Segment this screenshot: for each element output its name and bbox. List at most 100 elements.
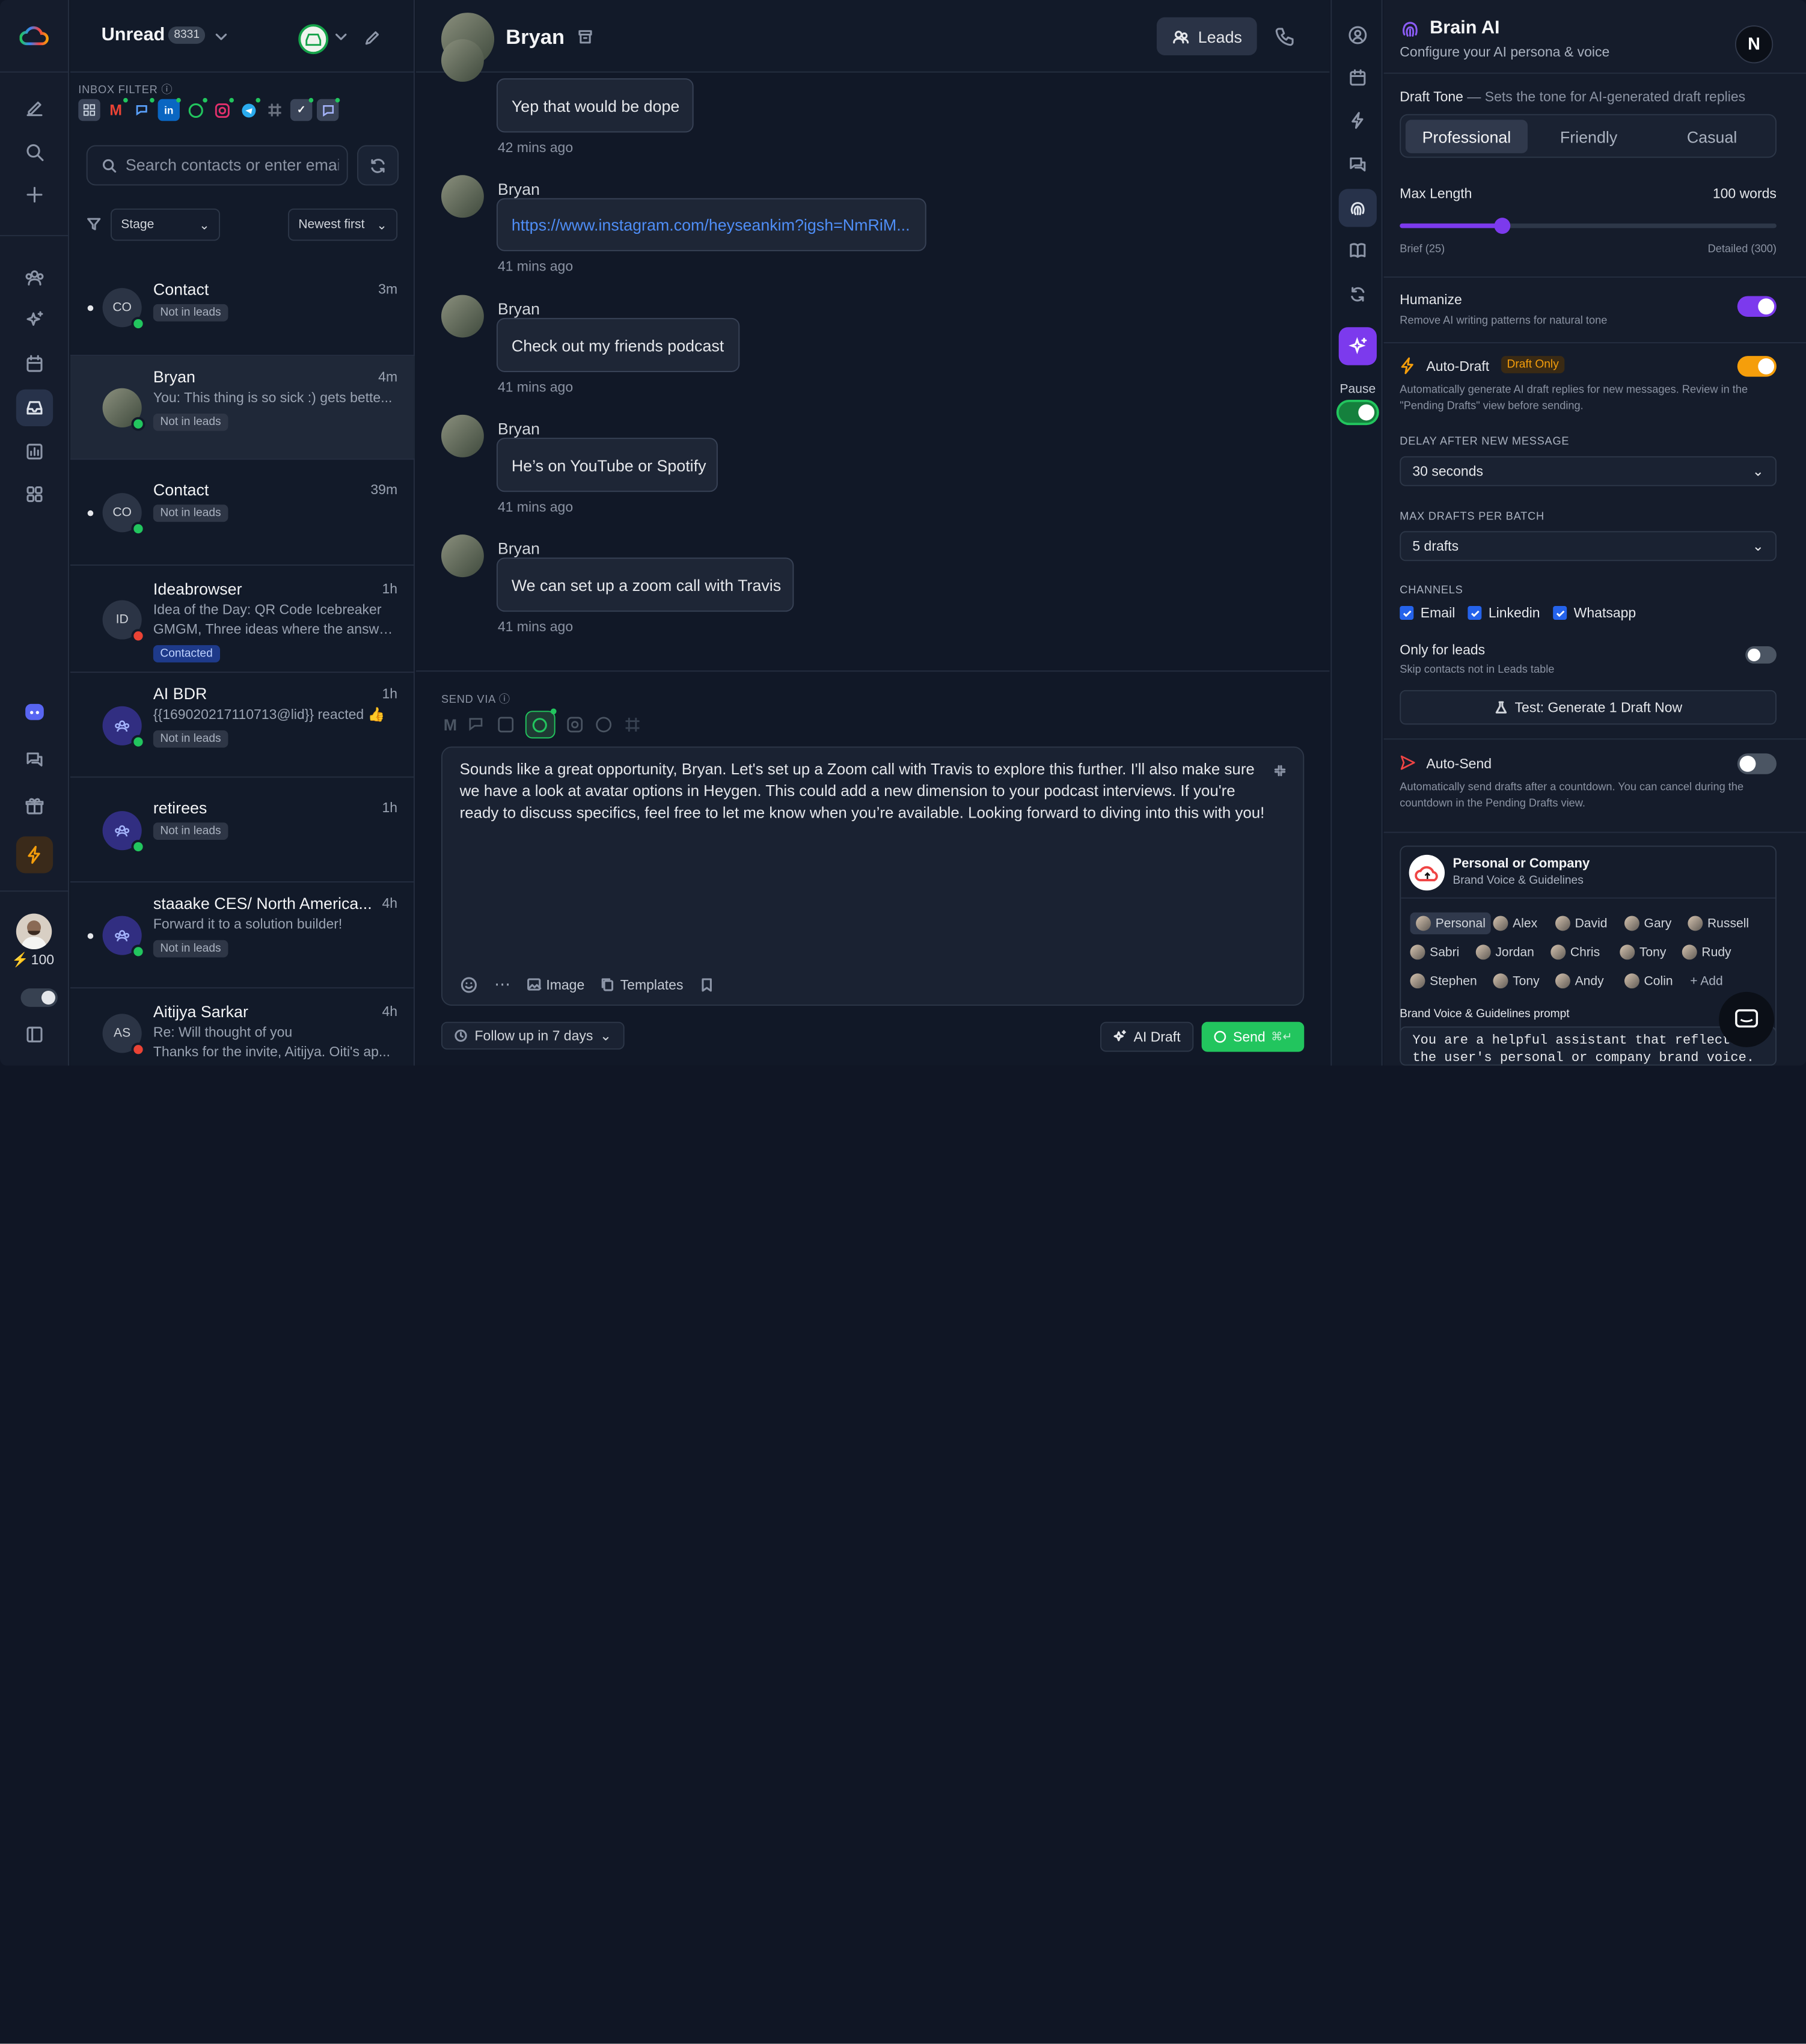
tone-option[interactable]: Casual bbox=[1651, 120, 1773, 153]
chat-channel-icon[interactable] bbox=[316, 97, 340, 121]
whatsapp-channel-selected[interactable] bbox=[525, 708, 556, 739]
persona-option[interactable]: Tony bbox=[1620, 941, 1666, 963]
bookmark-icon[interactable] bbox=[699, 977, 714, 992]
calendar-icon[interactable] bbox=[1339, 59, 1377, 97]
sort-select[interactable]: Newest first ⌄ bbox=[288, 208, 398, 241]
sync-icon[interactable] bbox=[1339, 275, 1377, 313]
support-chat-button[interactable] bbox=[1719, 991, 1775, 1047]
analytics-icon[interactable] bbox=[16, 433, 53, 470]
tone-option[interactable]: Professional bbox=[1405, 120, 1528, 153]
add-persona-button[interactable]: + Add bbox=[1690, 970, 1723, 992]
channel-email-checkbox[interactable]: Email bbox=[1400, 605, 1455, 621]
chevron-down-icon[interactable] bbox=[335, 32, 347, 41]
add-icon[interactable] bbox=[16, 176, 53, 213]
conversation-row[interactable]: AS Aitijya Sarkar 4h Re: Will thought of yo… bbox=[70, 988, 415, 1065]
discord-icon[interactable] bbox=[16, 694, 53, 730]
persona-option[interactable]: Tony bbox=[1493, 970, 1540, 992]
bolt-icon[interactable] bbox=[16, 836, 54, 874]
messenger-icon[interactable] bbox=[467, 715, 486, 734]
app-logo[interactable] bbox=[19, 23, 50, 48]
only-leads-toggle[interactable] bbox=[1745, 646, 1777, 664]
calendar-icon[interactable] bbox=[16, 346, 53, 382]
persona-option[interactable]: Jordan bbox=[1475, 941, 1534, 963]
channel-whatsapp-checkbox[interactable]: Whatsapp bbox=[1553, 605, 1636, 621]
phone-icon[interactable] bbox=[1274, 26, 1294, 47]
telegram-icon[interactable] bbox=[594, 715, 613, 734]
persona-option[interactable]: Personal bbox=[1410, 912, 1492, 935]
ai-sparkles-button[interactable] bbox=[1338, 327, 1377, 366]
draft-text[interactable]: Sounds like a great opportunity, Bryan. … bbox=[460, 758, 1266, 824]
stage-select[interactable]: Stage ⌄ bbox=[110, 208, 221, 241]
bolt-icon[interactable] bbox=[1339, 102, 1377, 139]
inbox-selector[interactable] bbox=[298, 24, 329, 55]
auto-send-toggle[interactable] bbox=[1737, 753, 1777, 774]
conversation-row[interactable]: staaake CES/ North America... 4h Forward i… bbox=[70, 883, 415, 989]
persona-option[interactable]: Alex bbox=[1493, 913, 1537, 934]
templates-button[interactable]: Templates bbox=[601, 976, 683, 993]
max-length-slider[interactable] bbox=[1400, 218, 1777, 234]
edit-icon[interactable] bbox=[363, 29, 382, 47]
follow-up-select[interactable]: Follow up in 7 days ⌄ bbox=[441, 1021, 625, 1050]
refresh-button[interactable] bbox=[357, 145, 399, 186]
persona-option[interactable]: Stephen bbox=[1410, 970, 1477, 992]
gmail-icon[interactable]: M bbox=[444, 715, 457, 734]
inbox-icon[interactable] bbox=[16, 389, 54, 427]
humanize-toggle[interactable] bbox=[1737, 296, 1777, 317]
conversation-row[interactable]: CO Contact 3m Not in leads bbox=[70, 259, 415, 356]
whatsapp-icon[interactable] bbox=[185, 97, 207, 121]
persona-option[interactable]: Colin bbox=[1624, 970, 1673, 992]
ai-draft-button[interactable]: AI Draft bbox=[1100, 1021, 1193, 1052]
instagram-icon[interactable] bbox=[565, 715, 584, 734]
contacts-icon[interactable] bbox=[16, 259, 53, 296]
filter-title[interactable]: Unread bbox=[102, 25, 165, 46]
all-channels-filter[interactable] bbox=[78, 99, 100, 121]
sparkles-icon[interactable] bbox=[16, 302, 53, 338]
persona-option[interactable]: Andy bbox=[1555, 970, 1604, 992]
instagram-icon[interactable] bbox=[211, 97, 234, 121]
fingerprint-icon[interactable] bbox=[1338, 189, 1377, 227]
linkedin-icon[interactable]: in bbox=[158, 97, 181, 121]
slack-icon[interactable] bbox=[623, 715, 641, 734]
conversation-row[interactable]: CO Contact 39m Not in leads bbox=[70, 460, 415, 566]
account-avatar[interactable]: N bbox=[1734, 25, 1774, 64]
conversation-row[interactable]: retirees 1h Not in leads bbox=[70, 778, 415, 883]
messenger-icon[interactable] bbox=[131, 97, 155, 121]
slack-icon[interactable] bbox=[264, 99, 286, 121]
apps-grid-icon[interactable] bbox=[16, 476, 53, 512]
persona-option[interactable]: Gary bbox=[1624, 913, 1671, 934]
compose-icon[interactable] bbox=[16, 90, 53, 126]
telegram-icon[interactable] bbox=[237, 97, 261, 121]
conversation-row[interactable]: AI BDR 1h {{169020217110713@lid}} reacted … bbox=[70, 673, 415, 778]
test-generate-button[interactable]: Test: Generate 1 Draft Now bbox=[1400, 690, 1777, 725]
chat-icon[interactable] bbox=[1339, 145, 1377, 183]
persona-option[interactable]: Russell bbox=[1688, 913, 1749, 934]
custom-channel-icon[interactable]: ✓ bbox=[290, 97, 314, 121]
archive-icon[interactable] bbox=[577, 29, 593, 45]
sidebar-toggle-icon[interactable] bbox=[16, 1016, 53, 1053]
theme-toggle[interactable] bbox=[20, 988, 58, 1007]
book-icon[interactable] bbox=[1339, 231, 1377, 269]
delay-select[interactable]: 30 seconds ⌄ bbox=[1400, 456, 1777, 486]
filter-icon[interactable] bbox=[87, 216, 102, 231]
pause-toggle[interactable] bbox=[1336, 399, 1379, 426]
profile-icon[interactable] bbox=[1339, 16, 1377, 54]
send-button[interactable]: Send ⌘↵ bbox=[1201, 1021, 1305, 1052]
contact-name[interactable]: Bryan bbox=[506, 25, 565, 49]
messages-icon[interactable] bbox=[16, 741, 53, 777]
brand-voice-prompt-input[interactable]: You are a helpful assistant that reflect… bbox=[1400, 1026, 1777, 1066]
draft-editor[interactable]: Sounds like a great opportunity, Bryan. … bbox=[441, 746, 1305, 1006]
persona-option[interactable]: Sabri bbox=[1410, 941, 1459, 963]
more-options-icon[interactable]: ⋯ bbox=[494, 975, 510, 994]
persona-option[interactable]: David bbox=[1555, 913, 1607, 934]
emoji-icon[interactable] bbox=[460, 975, 479, 994]
collapse-icon[interactable] bbox=[1273, 764, 1287, 778]
user-avatar[interactable] bbox=[16, 913, 52, 950]
gmail-icon[interactable]: M bbox=[105, 97, 128, 121]
auto-draft-toggle[interactable] bbox=[1737, 356, 1777, 377]
conversation-row[interactable]: Bryan 4m You: This thing is so sick :) get… bbox=[70, 356, 415, 460]
persona-option[interactable]: Chris bbox=[1550, 941, 1600, 963]
message-link[interactable]: https://www.instagram.com/heyseankim?igs… bbox=[496, 198, 926, 251]
linkedin-icon[interactable] bbox=[496, 715, 515, 734]
conversation-row[interactable]: ID Ideabrowser 1h Idea of the Day: QR Code … bbox=[70, 566, 415, 673]
search-input[interactable] bbox=[125, 155, 339, 174]
